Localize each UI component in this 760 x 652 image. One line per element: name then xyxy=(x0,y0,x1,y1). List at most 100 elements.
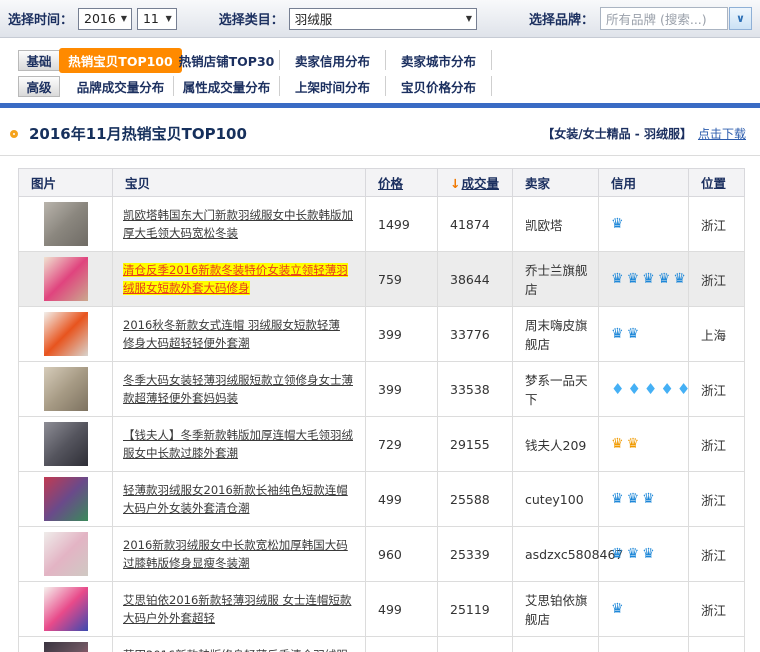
column-header[interactable]: ↓成交量 xyxy=(438,169,513,197)
location-cell: 浙江 xyxy=(689,197,745,252)
table-row: 清仓反季2016新款冬装特价女装立领轻薄羽绒服女短款外套大码修身 759 386… xyxy=(19,252,745,307)
sort-link[interactable]: 价格 xyxy=(378,176,403,191)
location-cell: 浙江 xyxy=(689,362,745,417)
price-cell: 399 xyxy=(366,362,438,417)
blue-crown-icon: ♛ xyxy=(611,326,624,342)
product-title-link[interactable]: 清仓反季2016新款冬装特价女装立领轻薄羽绒服女短款外套大码修身 xyxy=(123,263,348,295)
seller-cell: 乔士兰旗舰店 xyxy=(513,252,599,307)
sales-cell: 25119 xyxy=(438,582,513,637)
title-cell: 茄田2016新款韩版修身轻薄反季清仓羽绒服女短款连 xyxy=(113,637,366,652)
product-title-link[interactable]: 2016新款羽绒服女中长款宽松加厚韩国大码过膝韩版修身显瘦冬装潮 xyxy=(123,538,348,570)
blue-diamond-icon: ♦ xyxy=(660,380,673,398)
table-header-row: 图片宝贝价格↓成交量卖家信用位置 xyxy=(19,169,745,197)
brand-dropdown-button[interactable]: ∨ xyxy=(729,7,752,30)
column-header: 图片 xyxy=(19,169,113,197)
seller-cell: 梦系一品天下 xyxy=(513,362,599,417)
tab-item-price-distribution[interactable]: 宝贝价格分布 xyxy=(386,76,492,96)
tab-label: 卖家城市分布 xyxy=(401,51,476,70)
advanced-tab-row: 高级 品牌成交量分布 属性成交量分布 上架时间分布 宝贝价格分布 xyxy=(0,73,760,99)
location-cell: 浙江 xyxy=(689,582,745,637)
product-thumbnail[interactable] xyxy=(44,422,88,466)
blue-crown-icon: ♛ xyxy=(642,491,655,507)
location-cell: 浙江 xyxy=(689,527,745,582)
time-filter-label: 选择时间： xyxy=(8,9,73,28)
table-row: 轻薄款羽绒服女2016新款长袖纯色短款连帽大码户外女装外套清仓潮 499 255… xyxy=(19,472,745,527)
basic-tabs-label: 基础 xyxy=(18,50,60,71)
download-link[interactable]: 点击下载 xyxy=(698,125,746,142)
image-cell xyxy=(19,582,113,637)
sales-cell: 41874 xyxy=(438,197,513,252)
title-cell: 艾思铂依2016新款轻薄羽绒服 女士连帽短款大码户外外套超轻 xyxy=(113,582,366,637)
blue-crown-icon: ♛ xyxy=(611,546,624,562)
blue-crown-icon: ♛ xyxy=(627,546,640,562)
page-header: 2016年11月热销宝贝TOP100 【女装/女士精品 - 羽绒服】 点击下载 xyxy=(0,108,760,156)
seller-cell: cutey100 xyxy=(513,472,599,527)
product-title-link[interactable]: 茄田2016新款韩版修身轻薄反季清仓羽绒服女短款连 xyxy=(123,648,348,652)
title-cell: 轻薄款羽绒服女2016新款长袖纯色短款连帽大码户外女装外套清仓潮 xyxy=(113,472,366,527)
category-select[interactable]: 羽绒服 ▼ xyxy=(289,8,477,30)
blue-crown-icon: ♛ xyxy=(611,491,624,507)
brand-search-input[interactable]: 所有品牌 (搜索...) xyxy=(600,7,728,30)
product-title-link[interactable]: 轻薄款羽绒服女2016新款长袖纯色短款连帽大码户外女装外套清仓潮 xyxy=(123,483,348,515)
tab-label: 热销宝贝TOP100 xyxy=(59,48,181,73)
product-title-link[interactable]: 艾思铂依2016新款轻薄羽绒服 女士连帽短款大码户外外套超轻 xyxy=(123,593,351,625)
product-thumbnail[interactable] xyxy=(44,477,88,521)
product-thumbnail[interactable] xyxy=(44,367,88,411)
price-cell: 729 xyxy=(366,417,438,472)
tab-label: 品牌成交量分布 xyxy=(77,77,165,96)
product-title-link[interactable]: 2016秋冬新款女式连帽 羽绒服女短款轻薄 修身大码超轻轻便外套潮 xyxy=(123,318,340,350)
product-title-link[interactable]: 【钱夫人】冬季新款韩版加厚连帽大毛领羽绒服女中长款过膝外套潮 xyxy=(123,428,353,460)
location-cell xyxy=(689,637,745,652)
tab-hot-shops-top30[interactable]: 热销店铺TOP30 xyxy=(174,50,280,70)
tab-label: 属性成交量分布 xyxy=(183,77,271,96)
product-thumbnail[interactable] xyxy=(44,312,88,356)
blue-crown-icon: ♛ xyxy=(627,491,640,507)
sales-cell: 38644 xyxy=(438,252,513,307)
tab-brand-volume-distribution[interactable]: 品牌成交量分布 xyxy=(68,76,174,96)
column-header[interactable]: 价格 xyxy=(366,169,438,197)
blue-crown-icon: ♛ xyxy=(611,601,624,617)
product-thumbnail[interactable] xyxy=(44,532,88,576)
image-cell xyxy=(19,417,113,472)
title-cell: 【钱夫人】冬季新款韩版加厚连帽大毛领羽绒服女中长款过膝外套潮 xyxy=(113,417,366,472)
location-cell: 浙江 xyxy=(689,472,745,527)
sales-cell xyxy=(438,637,513,652)
year-select[interactable]: 2016 ▼ xyxy=(78,8,132,30)
gold-crown-icon: ♛ xyxy=(611,436,624,452)
blue-crown-icon: ♛ xyxy=(673,271,686,287)
table-row: 茄田2016新款韩版修身轻薄反季清仓羽绒服女短款连 ♛♛ xyxy=(19,637,745,652)
price-cell: 759 xyxy=(366,252,438,307)
title-cell: 2016秋冬新款女式连帽 羽绒服女短款轻薄 修身大码超轻轻便外套潮 xyxy=(113,307,366,362)
blue-crown-icon: ♛ xyxy=(642,271,655,287)
table-row: 凯欧塔韩国东大门新款羽绒服女中长款韩版加厚大毛领大码宽松冬装 1499 4187… xyxy=(19,197,745,252)
price-cell: 499 xyxy=(366,582,438,637)
tab-seller-credit-distribution[interactable]: 卖家信用分布 xyxy=(280,50,386,70)
sales-cell: 25588 xyxy=(438,472,513,527)
product-thumbnail[interactable] xyxy=(44,202,88,246)
table-row: 2016秋冬新款女式连帽 羽绒服女短款轻薄 修身大码超轻轻便外套潮 399 33… xyxy=(19,307,745,362)
category-path: 【女装/女士精品 - 羽绒服】 xyxy=(542,125,692,142)
product-title-link[interactable]: 冬季大码女装轻薄羽绒服短款立领修身女士薄款超薄轻便外套妈妈装 xyxy=(123,373,353,405)
product-thumbnail[interactable] xyxy=(44,587,88,631)
credit-cell: ♛ xyxy=(599,582,689,637)
product-thumbnail[interactable] xyxy=(44,257,88,301)
seller-cell: 周末嗨皮旗舰店 xyxy=(513,307,599,362)
seller-cell: 钱夫人209 xyxy=(513,417,599,472)
product-title-link[interactable]: 凯欧塔韩国东大门新款羽绒服女中长款韩版加厚大毛领大码宽松冬装 xyxy=(123,208,353,240)
blue-crown-icon: ♛ xyxy=(627,271,640,287)
tab-hot-items-top100[interactable]: 热销宝贝TOP100 xyxy=(68,50,174,70)
price-cell xyxy=(366,637,438,652)
month-select[interactable]: 11 ▼ xyxy=(137,8,177,30)
tab-seller-city-distribution[interactable]: 卖家城市分布 xyxy=(386,50,492,70)
top100-table: 图片宝贝价格↓成交量卖家信用位置 凯欧塔韩国东大门新款羽绒服女中长款韩版加厚大毛… xyxy=(18,168,745,652)
credit-cell: ♛♛ xyxy=(599,307,689,362)
blue-crown-icon: ♛ xyxy=(642,546,655,562)
sort-link[interactable]: 成交量 xyxy=(461,176,499,191)
blue-crown-icon: ♛ xyxy=(658,271,671,287)
column-header: 宝贝 xyxy=(113,169,366,197)
tab-listing-time-distribution[interactable]: 上架时间分布 xyxy=(280,76,386,96)
tab-attribute-volume-distribution[interactable]: 属性成交量分布 xyxy=(174,76,280,96)
product-thumbnail[interactable] xyxy=(44,642,88,652)
image-cell xyxy=(19,362,113,417)
sales-cell: 25339 xyxy=(438,527,513,582)
